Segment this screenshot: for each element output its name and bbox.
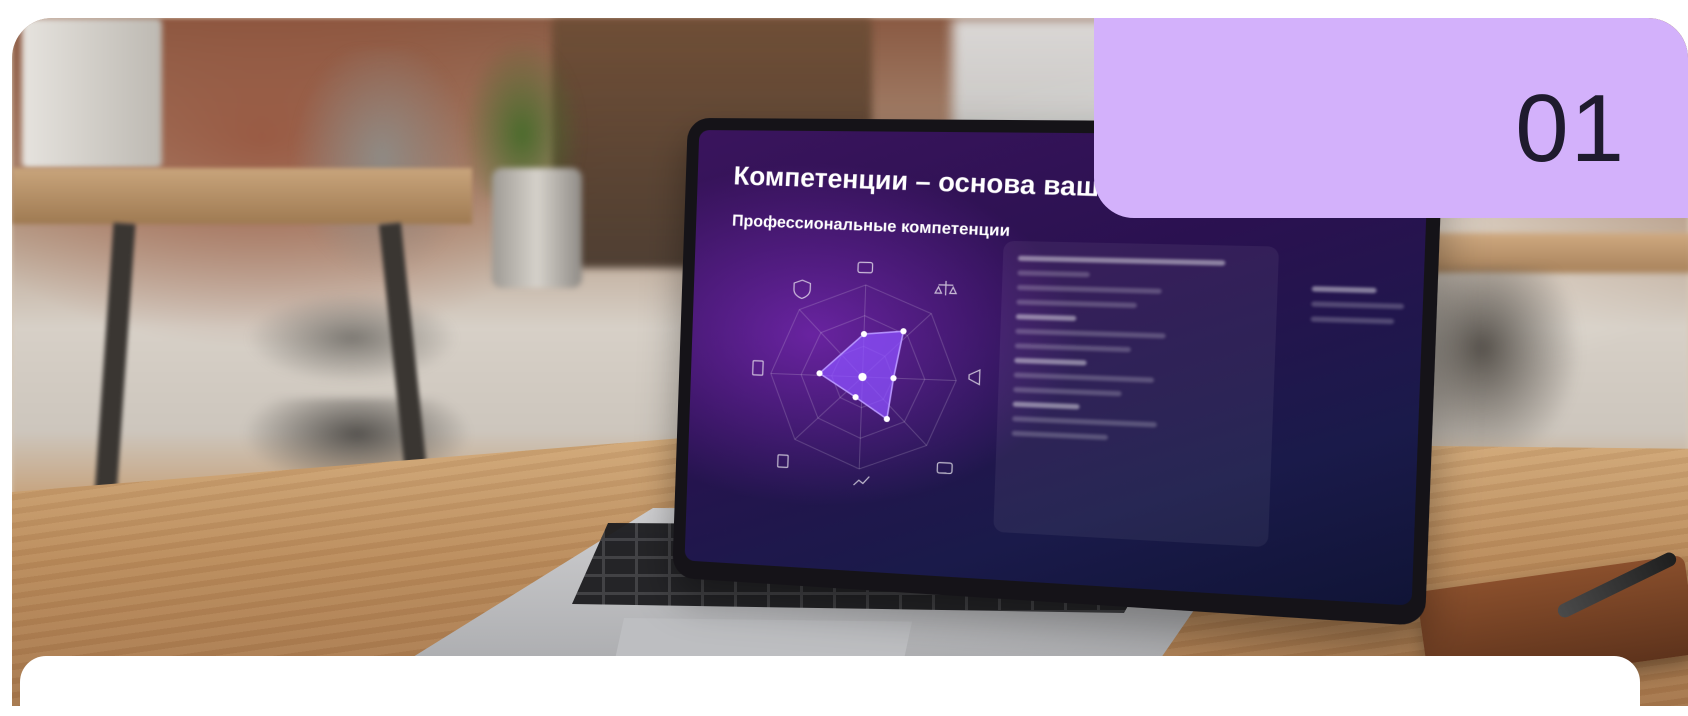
background-desk [12,168,472,224]
office-chair [232,48,492,408]
shield-icon [794,280,811,299]
plant-pot [492,168,582,288]
blurred-panel-text [1011,255,1262,457]
screen-subtitle: Профессиональные компетенции [731,212,1011,241]
calculator-icon [753,361,764,376]
scales-icon [935,281,957,296]
documents-icon [778,455,789,468]
bottom-content-panel [20,656,1640,716]
competency-info-panel [993,240,1280,548]
chart-icon [854,476,870,486]
background-monitor [22,18,162,168]
section-number: 01 [1515,75,1626,182]
blurred-side-note [1310,286,1405,334]
printer-icon [858,262,873,273]
briefcase-icon [937,463,952,474]
competency-radar-chart [726,241,1003,517]
section-number-badge: 01 [1094,18,1688,218]
hero-image-card: Компетенции – основа вашего бизнеса Проф… [12,18,1688,706]
megaphone-icon [969,370,980,385]
